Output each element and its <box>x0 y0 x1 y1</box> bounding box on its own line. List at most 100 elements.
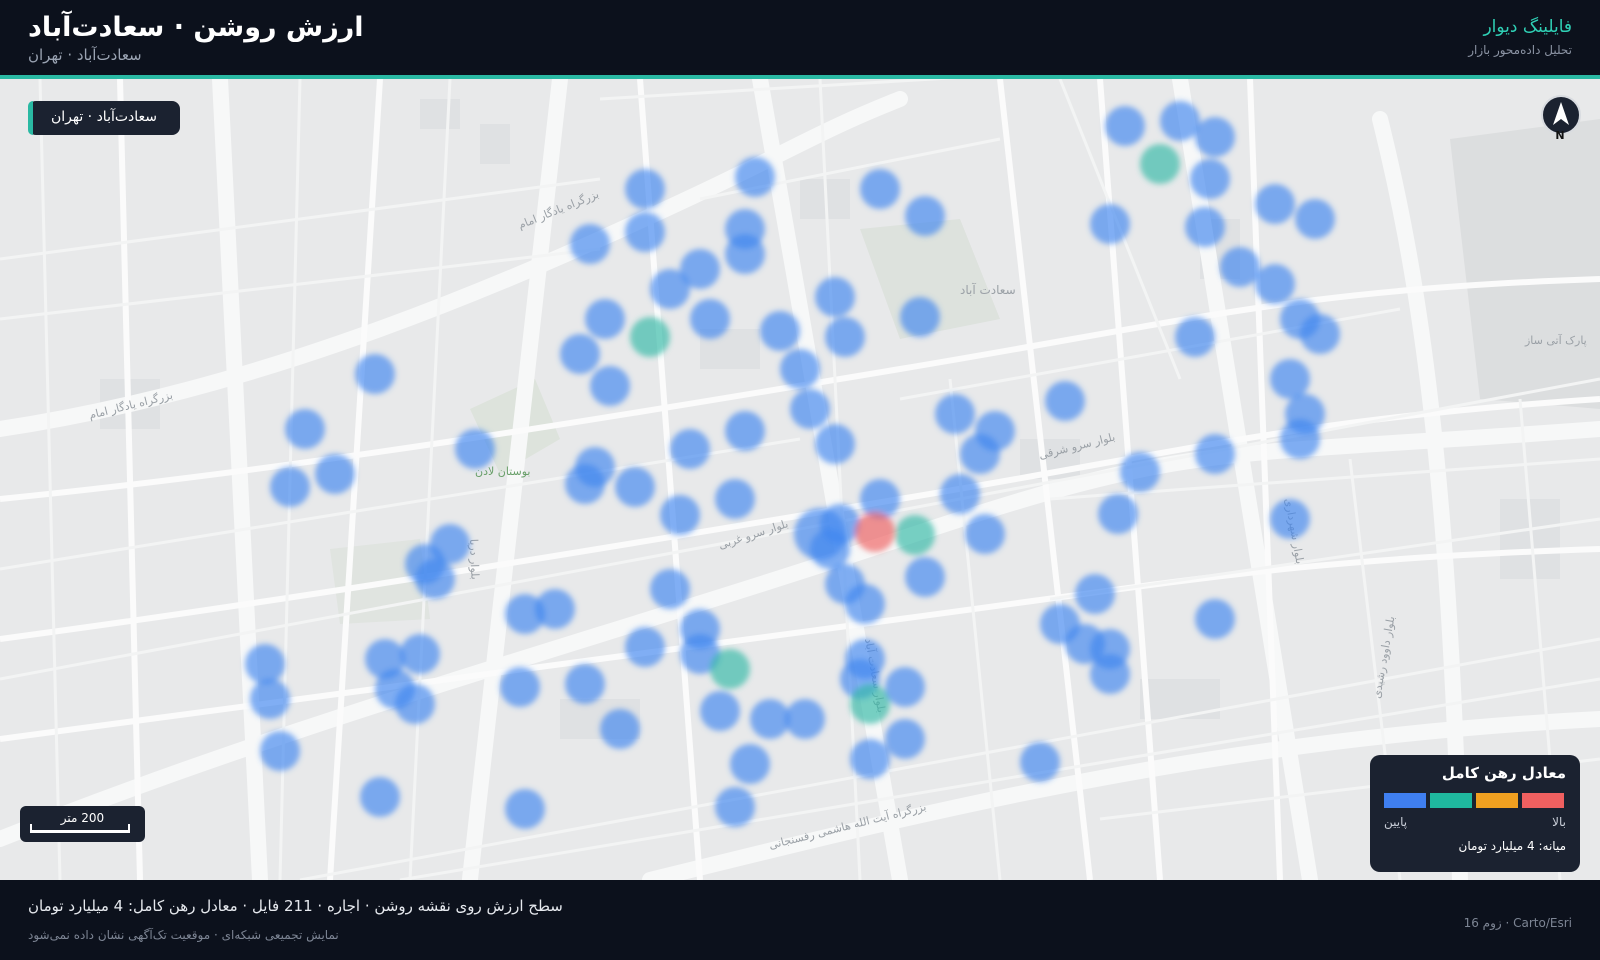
heat-cell <box>260 731 300 771</box>
legend-swatch-high <box>1522 793 1564 808</box>
heat-cell <box>700 691 740 731</box>
heat-cell <box>625 212 665 252</box>
heat-cell <box>565 464 605 504</box>
heat-cell <box>650 569 690 609</box>
heat-cell <box>1120 452 1160 492</box>
heat-cell <box>1090 654 1130 694</box>
heat-cell <box>560 334 600 374</box>
heat-cell <box>710 649 750 689</box>
heat-cell <box>845 584 885 624</box>
heat-cell <box>415 559 455 599</box>
legend-median: میانه: 4 میلیارد تومان <box>1458 839 1567 853</box>
heatmap-layer <box>245 101 1340 829</box>
heat-cell <box>270 467 310 507</box>
footer-bar: سطح ارزش روی نقشه روشن · اجاره · 211 فای… <box>0 880 1600 960</box>
page-subtitle: سعادت‌آباد · تهران <box>28 46 142 64</box>
heat-cell <box>1255 184 1295 224</box>
heat-cell <box>400 634 440 674</box>
heat-cell <box>355 354 395 394</box>
heat-cell <box>1280 419 1320 459</box>
heat-cell <box>585 299 625 339</box>
legend-panel: معادل رهن کامل بالا پایین میانه: 4 میلیا… <box>1370 755 1580 872</box>
heat-cell <box>250 679 290 719</box>
legend-high-label: بالا <box>1552 815 1566 829</box>
heat-cell <box>1255 264 1295 304</box>
heat-cell <box>725 234 765 274</box>
heat-cell <box>735 157 775 197</box>
brand-name: فایلینگ دیوار <box>1483 17 1572 37</box>
page-title: ارزش روشن · سعادت‌آباد <box>28 12 364 43</box>
legend-low-label: پایین <box>1384 815 1408 829</box>
heat-cell <box>660 495 700 535</box>
compass-arrow-icon <box>1553 102 1569 125</box>
legend-title: معادل رهن کامل <box>1441 764 1566 782</box>
heat-cell <box>245 644 285 684</box>
scale-tick-right <box>128 824 130 833</box>
heat-cell <box>1185 207 1225 247</box>
heat-cell <box>760 311 800 351</box>
heat-cell <box>690 299 730 339</box>
heat-cell <box>715 787 755 827</box>
heat-cell <box>570 224 610 264</box>
heat-cell <box>1300 314 1340 354</box>
map-attribution: زوم 16 · Carto/Esri <box>1463 916 1572 930</box>
map-canvas[interactable]: بزرگراه یادگار امام بزرگراه یادگار امام … <box>0 79 1600 880</box>
scale-tick-left <box>30 824 32 833</box>
heat-cell <box>900 297 940 337</box>
legend-swatch-mid-low <box>1430 793 1472 808</box>
heat-cell <box>430 524 470 564</box>
heat-cell <box>630 317 670 357</box>
heat-cell <box>1160 101 1200 141</box>
heat-cell <box>885 719 925 759</box>
heat-cell <box>1270 359 1310 399</box>
heat-cell <box>825 317 865 357</box>
heat-cell <box>625 627 665 667</box>
scale-line <box>30 830 130 833</box>
heat-cell <box>1195 599 1235 639</box>
heat-cell <box>1190 159 1230 199</box>
heat-cell <box>535 589 575 629</box>
heat-cell <box>815 277 855 317</box>
heat-cell <box>715 479 755 519</box>
heat-cell <box>725 411 765 451</box>
heat-cell <box>565 664 605 704</box>
heat-cell <box>750 699 790 739</box>
scale-label: 200 متر <box>60 811 105 825</box>
heat-cell <box>850 739 890 779</box>
heat-cell <box>895 515 935 555</box>
heat-cell <box>790 389 830 429</box>
brand-tagline: تحلیل داده‌محور بازار <box>1468 43 1572 57</box>
heat-cell <box>1105 106 1145 146</box>
heat-cell <box>815 424 855 464</box>
heat-cell <box>940 474 980 514</box>
heat-cell <box>1098 494 1138 534</box>
north-label: N <box>1555 129 1565 142</box>
heat-cell <box>1175 317 1215 357</box>
heat-cell <box>730 744 770 784</box>
heat-cell <box>850 684 890 724</box>
heat-cell <box>905 196 945 236</box>
location-pill: سعادت‌آباد · تهران <box>28 101 180 135</box>
footer-note: نمایش تجمیعی شبکه‌ای · موقعیت تک‌آگهی نش… <box>28 928 339 942</box>
heat-cell <box>855 512 895 552</box>
heat-cell <box>1270 499 1310 539</box>
heat-cell <box>1020 742 1060 782</box>
heat-cell <box>860 169 900 209</box>
heat-cell <box>315 454 355 494</box>
heat-cell <box>1140 144 1180 184</box>
heat-cell <box>960 434 1000 474</box>
heat-cell <box>455 429 495 469</box>
heat-cell <box>905 557 945 597</box>
heat-cell <box>395 684 435 724</box>
heat-cell <box>935 394 975 434</box>
heat-cell <box>780 349 820 389</box>
footer-summary: سطح ارزش روی نقشه روشن · اجاره · 211 فای… <box>28 897 563 915</box>
location-pill-label: سعادت‌آباد · تهران <box>50 109 158 125</box>
heat-cell <box>285 409 325 449</box>
heat-cell <box>1220 247 1260 287</box>
heat-cell <box>600 709 640 749</box>
heat-cell <box>1075 574 1115 614</box>
heat-cell <box>1195 117 1235 157</box>
heat-cell <box>1090 204 1130 244</box>
heat-cell <box>1045 381 1085 421</box>
